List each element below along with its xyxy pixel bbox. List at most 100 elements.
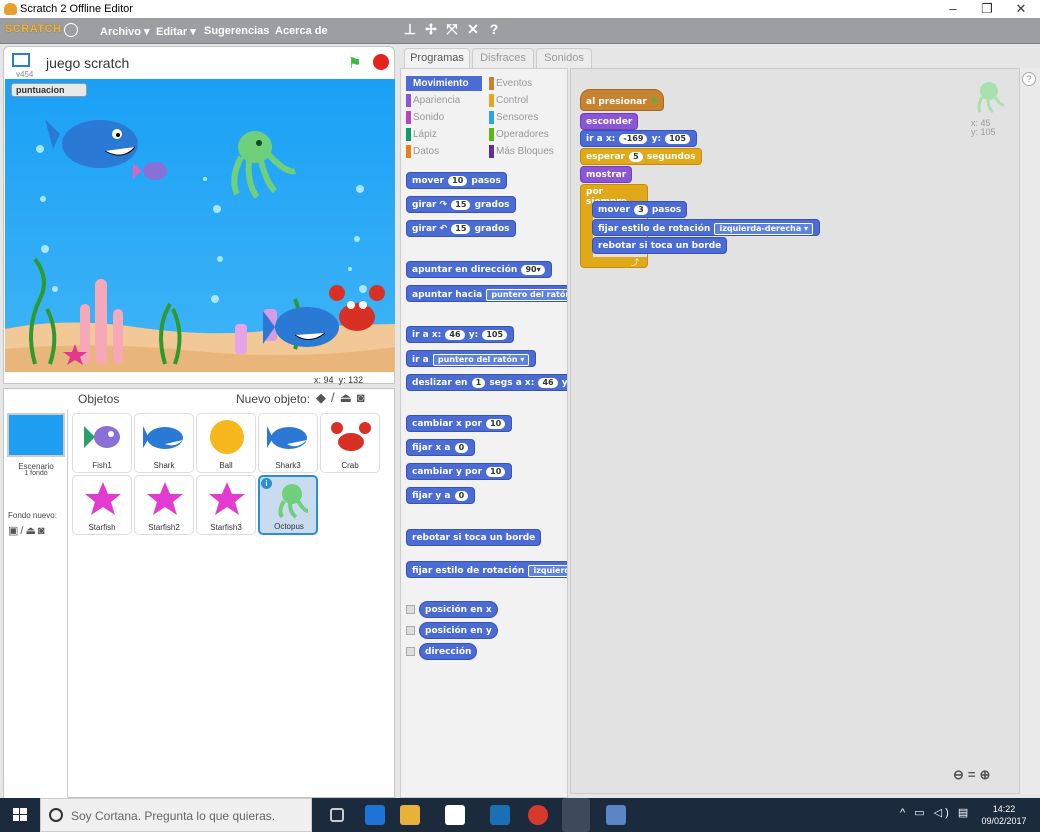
sprite-tile-ball[interactable]: Ball [196,413,256,473]
scratch-logo[interactable]: SCRATCH [5,23,61,35]
sprite-tile-octopus[interactable]: i Octopus [258,475,318,535]
stage-canvas[interactable]: puntuacion [5,79,395,372]
backdrop-library-icon[interactable]: ▣ [8,525,20,537]
scripts-area[interactable]: al presionar ⚑ esconder ir a x: -169 y: … [570,68,1020,794]
reporter-direccion[interactable]: dirección [419,643,478,660]
camera-icon[interactable]: ◙ [357,390,370,405]
category-sonido[interactable]: Sonido [406,110,482,125]
block-esconder[interactable]: esconder [580,113,639,130]
dev-app-icon[interactable] [490,805,510,825]
zoom-out-icon[interactable]: ⊖ [953,767,968,782]
category-sensores[interactable]: Sensores [489,110,565,125]
sprite-tile-crab[interactable]: Crab [320,413,380,473]
sprite-tile-shark3[interactable]: Shark3 [258,413,318,473]
duplicate-stamp-icon[interactable]: ⊥ [402,21,418,39]
upload-backdrop-icon[interactable]: ⏏ [25,525,37,537]
scratch-taskbar-icon[interactable] [562,798,590,832]
system-tray[interactable]: ^ ▭ ◁) ▤ [900,806,971,819]
menu-archivo[interactable]: Archivo ▾ [100,25,150,38]
scripts-scrollbar[interactable] [1020,68,1040,794]
tab-programas[interactable]: Programas [404,48,470,69]
camera-backdrop-icon[interactable]: ◙ [38,525,47,537]
close-button[interactable]: ✕ [1004,0,1038,18]
category-apariencia[interactable]: Apariencia [406,93,482,108]
block-rebotar[interactable]: rebotar si toca un borde [406,529,542,546]
reporter-posicion-x[interactable]: posición en x [419,601,498,618]
zoom-in-icon[interactable]: ⊕ [980,767,995,782]
block-apuntar-hacia[interactable]: apuntar hacia puntero del ratón ▾ [406,285,567,302]
shrink-icon[interactable]: ✕ [465,21,481,39]
project-name-field[interactable]: juego scratch [46,53,336,73]
tab-sonidos[interactable]: Sonidos [536,48,592,69]
checkbox-posicion-x[interactable] [406,605,415,614]
clock[interactable]: 14:22 09/02/2017 [978,803,1030,827]
help-icon[interactable]: ? [1022,72,1036,86]
stage-header: v454 juego scratch ⚑ [4,47,394,79]
menu-acerca-de[interactable]: Acerca de [275,25,328,37]
category-movimiento[interactable]: Movimiento [406,76,482,91]
block-fijar-x[interactable]: fijar x a 0 [406,439,476,456]
edge-icon[interactable] [365,805,385,825]
checkbox-posicion-y[interactable] [406,626,415,635]
block-ir-a-xy[interactable]: ir a x: 46 y: 105 [406,326,515,343]
block-deslizar[interactable]: deslizar en 1 segs a x: 46 y: [406,374,567,391]
paint-app-icon[interactable] [606,805,626,825]
checkbox-direccion[interactable] [406,647,415,656]
block-esperar[interactable]: esperar 5 segundos [580,148,702,165]
block-cambiar-y[interactable]: cambiar y por 10 [406,463,513,480]
green-flag-icon[interactable]: ⚑ [348,54,364,72]
language-globe-icon[interactable] [64,23,78,37]
zoom-reset-icon[interactable]: = [968,767,980,782]
stage-thumbnail[interactable] [7,413,65,457]
chrome-icon[interactable] [528,805,548,825]
sprite-tile-starfish[interactable]: Starfish [72,475,132,535]
fullscreen-icon[interactable] [12,53,30,67]
variable-monitor[interactable]: puntuacion [11,83,87,97]
upload-icon[interactable]: ⏏ [340,390,357,405]
choose-sprite-icon[interactable]: ◆ [316,390,331,405]
block-mostrar[interactable]: mostrar [580,166,633,183]
task-view-icon[interactable] [330,808,344,822]
block-girar-derecha[interactable]: girar ↷ 15 grados [406,196,516,213]
block-al-presionar-bandera[interactable]: al presionar ⚑ [580,89,665,111]
category-lapiz[interactable]: Lápiz [406,127,482,142]
block-ir-a[interactable]: ir a puntero del ratón ▾ [406,350,537,367]
reporter-posicion-y[interactable]: posición en y [419,622,498,639]
block-apuntar-direccion[interactable]: apuntar en dirección 90▾ [406,261,552,278]
mouse-position: x: 94 y: 132 [314,375,364,385]
category-operadores[interactable]: Operadores [489,127,565,142]
menu-editar[interactable]: Editar ▾ [156,25,196,38]
maximize-button[interactable]: ❐ [970,0,1004,18]
tab-disfraces[interactable]: Disfraces [472,48,534,69]
grow-icon[interactable]: ⤧ [444,21,460,39]
block-mover[interactable]: mover 10 pasos [406,172,507,189]
menu-sugerencias[interactable]: Sugerencias [204,25,269,37]
block-fijar-y[interactable]: fijar y a 0 [406,487,476,504]
help-block-icon[interactable]: ? [486,21,502,39]
block-cambiar-x[interactable]: cambiar x por 10 [406,415,513,432]
block-ir-a-xy-script[interactable]: ir a x: -169 y: 105 [580,130,697,147]
block-fijar-estilo-rotacion[interactable]: fijar estilo de rotación izquierda-d [406,561,567,578]
minimize-button[interactable]: – [936,0,970,18]
sprite-name: Starfish3 [210,523,242,532]
category-datos[interactable]: Datos [406,144,482,159]
block-fijar-estilo-script[interactable]: fijar estilo de rotación izquierda-derec… [592,219,821,236]
version-label: v454 [16,70,34,79]
cortana-search[interactable]: Soy Cortana. Pregunta lo que quieras. [40,798,312,832]
sprite-tile-fish1[interactable]: Fish1 [72,413,132,473]
paint-brush-icon[interactable]: / [331,390,340,405]
delete-scissors-icon[interactable]: ✢ [423,21,439,39]
sprite-tile-shark[interactable]: Shark [134,413,194,473]
block-girar-izquierda[interactable]: girar ↶ 15 grados [406,220,516,237]
sprite-tile-starfish3[interactable]: Starfish3 [196,475,256,535]
category-mas-bloques[interactable]: Más Bloques [489,144,565,159]
category-eventos[interactable]: Eventos [489,76,565,91]
block-mover-script[interactable]: mover 3 pasos [592,201,688,218]
file-explorer-icon[interactable] [400,805,420,825]
category-control[interactable]: Control [489,93,565,108]
sprite-tile-starfish2[interactable]: Starfish2 [134,475,194,535]
store-icon[interactable] [445,805,465,825]
start-button[interactable] [0,798,40,832]
block-rebotar-script[interactable]: rebotar si toca un borde [592,237,728,254]
stop-icon[interactable] [373,54,389,70]
